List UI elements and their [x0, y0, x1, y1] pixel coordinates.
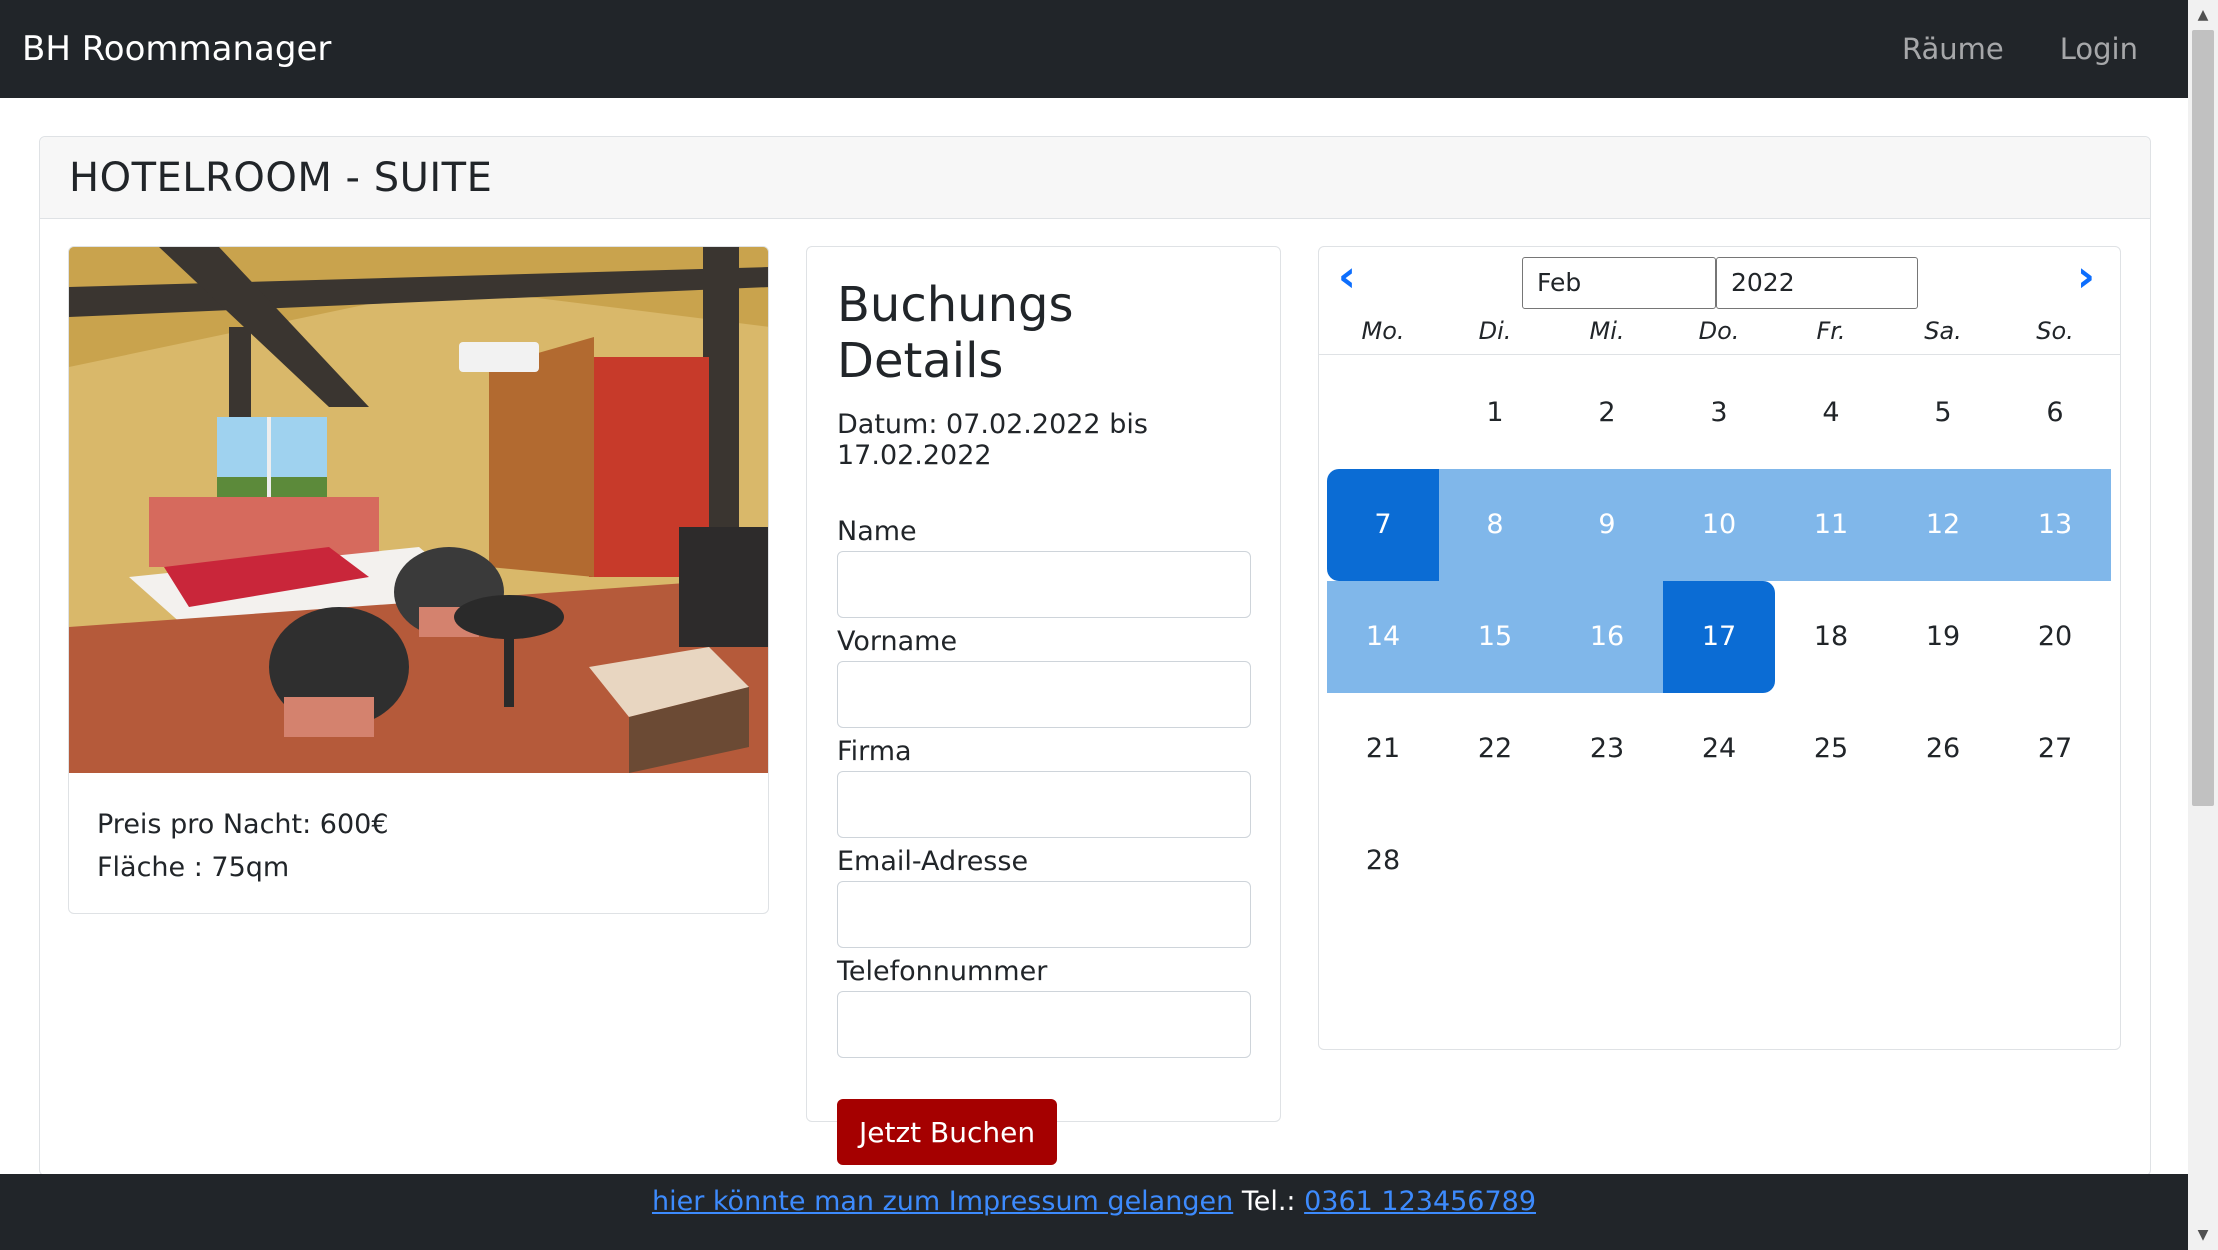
calendar-day[interactable]: 12	[1887, 469, 1999, 581]
impressum-link[interactable]: hier könnte man zum Impressum gelangen	[652, 1186, 1233, 1217]
calendar-day[interactable]: 18	[1775, 581, 1887, 693]
calendar-day[interactable]: 17	[1663, 581, 1775, 693]
calendar-day[interactable]: 26	[1887, 693, 1999, 805]
calendar-day[interactable]: 21	[1327, 693, 1439, 805]
tel-label: Tel.:	[1241, 1186, 1296, 1217]
name-input[interactable]	[837, 551, 1251, 618]
chevron-left-icon[interactable]: ‹	[1329, 255, 1365, 299]
calendar-day[interactable]: 23	[1551, 693, 1663, 805]
calendar-day[interactable]: 3	[1663, 357, 1775, 469]
nav-links: Räume Login	[1902, 32, 2138, 66]
calendar-empty-cell	[1327, 357, 1439, 469]
firma-label: Firma	[837, 736, 912, 767]
calendar-day[interactable]: 27	[1999, 693, 2111, 805]
weekday-label: Sa.	[1924, 317, 1962, 345]
footer: hier könnte man zum Impressum gelangen T…	[0, 1174, 2188, 1250]
page-scrollbar[interactable]: ▲ ▼	[2188, 0, 2218, 1250]
room-info-card: Preis pro Nacht: 600€ Fläche : 75qm	[68, 246, 769, 914]
top-navbar: BH Roommanager Räume Login	[0, 0, 2188, 98]
vorname-label: Vorname	[837, 626, 958, 657]
firma-input[interactable]	[837, 771, 1251, 838]
calendar-day[interactable]: 28	[1327, 805, 1439, 917]
calendar: ‹ Feb 2022 › Mo. Di. Mi. Do. Fr. Sa. So.…	[1318, 246, 2121, 1050]
booking-details-card: Buchungs Details Datum: 07.02.2022 bis 1…	[806, 246, 1281, 1165]
calendar-day[interactable]: 6	[1999, 357, 2111, 469]
calendar-day[interactable]: 16	[1551, 581, 1663, 693]
weekday-label: Do.	[1698, 317, 1740, 345]
weekday-label: Fr.	[1816, 317, 1846, 345]
scroll-down-arrow-icon[interactable]: ▼	[2188, 1222, 2218, 1248]
weekday-label: Di.	[1478, 317, 1512, 345]
vorname-input[interactable]	[837, 661, 1251, 728]
calendar-day[interactable]: 22	[1439, 693, 1551, 805]
calendar-day[interactable]: 15	[1439, 581, 1551, 693]
calendar-day[interactable]: 19	[1887, 581, 1999, 693]
scroll-thumb[interactable]	[2192, 30, 2214, 806]
room-info: Preis pro Nacht: 600€ Fläche : 75qm	[69, 773, 768, 913]
room-price: Preis pro Nacht: 600€	[97, 809, 389, 840]
calendar-day[interactable]: 24	[1663, 693, 1775, 805]
email-input[interactable]	[837, 881, 1251, 948]
room-title: HOTELROOM - SUITE	[69, 154, 493, 201]
weekday-label: Mo.	[1361, 317, 1405, 345]
calendar-day[interactable]: 10	[1663, 469, 1775, 581]
telefon-label: Telefonnummer	[837, 956, 1048, 987]
tel-link[interactable]: 0361 123456789	[1304, 1186, 1536, 1217]
nav-link-rooms[interactable]: Räume	[1902, 32, 2004, 66]
weekday-label: So.	[2036, 317, 2074, 345]
month-select[interactable]: Feb	[1522, 257, 1716, 309]
email-label: Email-Adresse	[837, 846, 1029, 877]
calendar-day[interactable]: 5	[1887, 357, 1999, 469]
book-now-button[interactable]: Jetzt Buchen	[837, 1099, 1058, 1165]
booking-title: Buchungs Details	[837, 277, 1074, 389]
weekday-header: Mo. Di. Mi. Do. Fr. Sa. So.	[1319, 309, 2120, 355]
calendar-day[interactable]: 9	[1551, 469, 1663, 581]
calendar-day[interactable]: 8	[1439, 469, 1551, 581]
weekday-label: Mi.	[1589, 317, 1625, 345]
chevron-right-icon[interactable]: ›	[2068, 255, 2104, 299]
calendar-header: ‹ Feb 2022 ›	[1319, 247, 2120, 309]
calendar-day[interactable]: 4	[1775, 357, 1887, 469]
calendar-day[interactable]: 1	[1439, 357, 1551, 469]
card-header: HOTELROOM - SUITE	[40, 137, 2150, 219]
name-label: Name	[837, 516, 917, 547]
year-select[interactable]: 2022	[1716, 257, 1918, 309]
calendar-day[interactable]: 2	[1551, 357, 1663, 469]
telefon-input[interactable]	[837, 991, 1251, 1058]
room-photo	[69, 247, 768, 773]
booking-date-range: Datum: 07.02.2022 bis 17.02.2022	[837, 409, 1148, 471]
calendar-day[interactable]: 11	[1775, 469, 1887, 581]
room-area: Fläche : 75qm	[97, 852, 290, 883]
calendar-days-grid: 1 2 3 4 5 6 7 8 9 10 11 12 13 14 15 16 17 18 19 20 21 22 23 24 2…	[1319, 355, 2120, 917]
calendar-day[interactable]: 14	[1327, 581, 1439, 693]
nav-link-login[interactable]: Login	[2060, 32, 2138, 66]
scroll-up-arrow-icon[interactable]: ▲	[2188, 2, 2218, 28]
calendar-day[interactable]: 20	[1999, 581, 2111, 693]
brand-logo-text[interactable]: BH Roommanager	[22, 29, 331, 69]
calendar-day[interactable]: 7	[1327, 469, 1439, 581]
calendar-day[interactable]: 25	[1775, 693, 1887, 805]
calendar-day[interactable]: 13	[1999, 469, 2111, 581]
